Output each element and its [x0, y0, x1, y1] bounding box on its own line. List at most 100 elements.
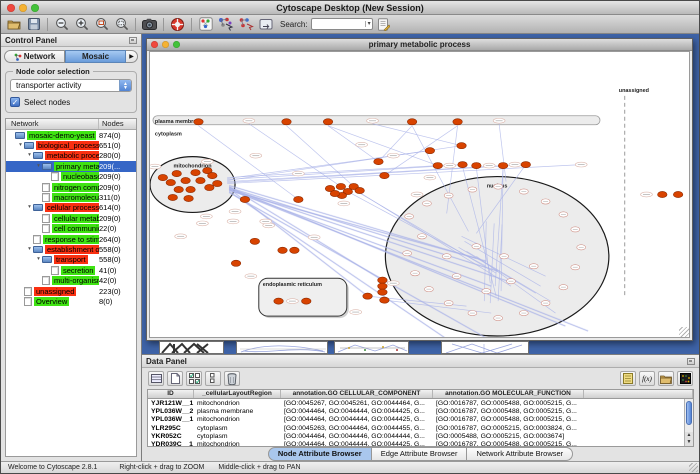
tab-mosaic[interactable]: Mosaic	[65, 50, 126, 63]
help-button[interactable]	[168, 16, 187, 33]
node[interactable]	[458, 162, 467, 168]
tree-row[interactable]: ▾transport558(0)	[6, 255, 136, 265]
tree-row[interactable]: Overview8(0)	[6, 296, 136, 306]
tree-row[interactable]: ▾establishment of lo558(0)	[6, 244, 136, 254]
tree-row[interactable]: multi-organism pro42(0)	[6, 275, 136, 285]
search-input[interactable]: ▾	[311, 18, 373, 30]
node[interactable]	[196, 177, 205, 183]
tree-row[interactable]: cell communicat22(0)	[6, 224, 136, 234]
tab-edge-attribute-browser[interactable]: Edge Attribute Browser	[372, 447, 468, 461]
tab-node-attribute-browser[interactable]: Node Attribute Browser	[268, 447, 372, 461]
node[interactable]	[278, 247, 287, 253]
dropdown-stepper-icon[interactable]: ▲▼	[119, 79, 131, 92]
node[interactable]	[205, 184, 214, 190]
scrollbar-arrows[interactable]: ▲▼	[684, 432, 693, 446]
table-row[interactable]: YDR039C__1mitochondrion[GO:0044464, GO:0…	[148, 440, 693, 446]
node[interactable]	[521, 162, 530, 168]
delete-attribute-button[interactable]	[224, 371, 240, 386]
filter-network-button[interactable]	[236, 16, 255, 33]
node[interactable]	[658, 191, 667, 197]
attribute-batch-editor-button[interactable]	[620, 371, 636, 386]
node[interactable]	[184, 195, 193, 201]
select-attributes-button[interactable]	[186, 371, 202, 386]
node[interactable]	[378, 289, 387, 295]
open-session-button[interactable]	[4, 16, 23, 33]
node[interactable]	[168, 194, 177, 200]
matrix-view-button[interactable]	[677, 371, 693, 386]
tree-row[interactable]: response to stimulu264(0)	[6, 234, 136, 244]
node[interactable]	[282, 119, 291, 125]
tree-row[interactable]: macromolecule311(0)	[6, 192, 136, 202]
node[interactable]	[250, 238, 259, 244]
table-row[interactable]: YKR052Ccytoplasm[GO:0044464, GO:0044446,…	[148, 432, 693, 440]
zoom-selected-region-button[interactable]	[92, 16, 111, 33]
table-row[interactable]: YJR121W__1mitochondrion[GO:0045267, GO:0…	[148, 399, 693, 407]
tree-row[interactable]: unassigned223(0)	[6, 286, 136, 296]
vizmapper-button[interactable]	[216, 16, 235, 33]
zoom-in-button[interactable]	[72, 16, 91, 33]
create-network-button[interactable]	[196, 16, 215, 33]
table-row[interactable]: YPL036W__1mitochondrion[GO:0044464, GO:0…	[148, 416, 693, 424]
tree-row[interactable]: mosaic-demo-yeast874(0)	[6, 130, 136, 140]
network-graph[interactable]: plasma membranecytoplasmmitochondrionnuc…	[150, 52, 689, 337]
table-column-header[interactable]: annotation.GO CELLULAR_COMPONENT	[281, 390, 433, 398]
annotation-button[interactable]	[256, 16, 275, 33]
minimize-button[interactable]	[162, 41, 169, 48]
node[interactable]	[172, 170, 181, 176]
node[interactable]	[213, 180, 222, 186]
node[interactable]	[378, 283, 387, 289]
node[interactable]	[208, 172, 217, 178]
node[interactable]	[174, 186, 183, 192]
node[interactable]	[380, 172, 389, 178]
tree-row[interactable]: ▾cellular process614(0)	[6, 203, 136, 213]
node[interactable]	[330, 190, 339, 196]
float-panel-icon[interactable]	[687, 358, 695, 365]
app-resize-grip[interactable]	[689, 463, 698, 472]
node[interactable]	[194, 119, 203, 125]
unselect-attributes-button[interactable]	[205, 371, 221, 386]
node[interactable]	[457, 143, 466, 149]
node[interactable]	[407, 119, 416, 125]
tab-overflow-button[interactable]: ▶	[126, 50, 138, 63]
tree-row[interactable]: ▾primary metabol209(...	[6, 161, 136, 171]
attribute-table-button[interactable]	[148, 371, 164, 386]
attribute-editor-button[interactable]	[374, 16, 393, 33]
disclosure-triangle-icon[interactable]: ▾	[26, 246, 33, 253]
node[interactable]	[380, 297, 389, 303]
tree-row[interactable]: ▾metabolic process280(0)	[6, 151, 136, 161]
table-row[interactable]: YLR295Ccytoplasm[GO:0045263, GO:0044464,…	[148, 424, 693, 432]
tree-row[interactable]: cellular metabo209(0)	[6, 213, 136, 223]
node[interactable]	[498, 163, 507, 169]
float-panel-icon[interactable]	[129, 37, 137, 44]
zoom-button[interactable]	[173, 41, 180, 48]
node[interactable]	[240, 196, 249, 202]
zoom-button[interactable]	[31, 4, 39, 12]
node[interactable]	[472, 163, 481, 169]
node[interactable]	[191, 169, 200, 175]
table-row[interactable]: YPL036W__2plasma membrane[GO:0044464, GO…	[148, 407, 693, 415]
new-attribute-button[interactable]	[167, 371, 183, 386]
node[interactable]	[231, 260, 240, 266]
node[interactable]	[290, 247, 299, 253]
node[interactable]	[274, 298, 283, 304]
tree-row[interactable]: secretion41(0)	[6, 265, 136, 275]
node-color-dropdown[interactable]: transporter activity ▲▼	[10, 79, 132, 92]
tree-row[interactable]: nitrogen compo209(0)	[6, 182, 136, 192]
node[interactable]	[294, 196, 303, 202]
select-nodes-checkbox[interactable]: ✓	[10, 97, 20, 107]
minimized-window-thumbnail[interactable]	[334, 341, 409, 354]
table-column-header[interactable]: annotation.GO MOLECULAR_FUNCTION	[433, 390, 584, 398]
import-attributes-button[interactable]	[658, 371, 674, 386]
disclosure-triangle-icon[interactable]: ▾	[26, 152, 33, 159]
window-titlebar[interactable]: Cytoscape Desktop (New Session)	[1, 1, 699, 15]
network-window-titlebar[interactable]: primary metabolic process	[147, 39, 692, 51]
minimized-window-thumbnail[interactable]	[159, 341, 224, 354]
node[interactable]	[453, 119, 462, 125]
save-session-button[interactable]	[24, 16, 43, 33]
node[interactable]	[323, 119, 332, 125]
disclosure-triangle-icon[interactable]: ▾	[26, 204, 33, 211]
zoom-out-button[interactable]	[52, 16, 71, 33]
node[interactable]	[433, 163, 442, 169]
disclosure-triangle-icon[interactable]: ▾	[35, 163, 42, 170]
node[interactable]	[186, 186, 195, 192]
